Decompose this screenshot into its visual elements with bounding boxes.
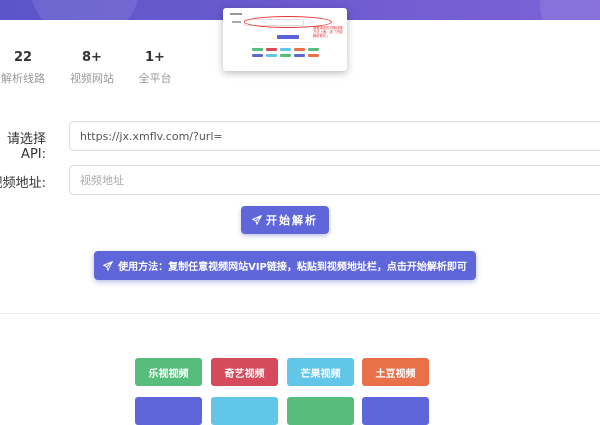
preview-chip [308,54,319,57]
site-button-row2[interactable] [287,397,354,425]
start-parse-label: 开始解析 [266,214,318,227]
api-label: 请选择API: [6,132,46,162]
preview-button [277,35,299,39]
preview-chip [266,48,277,51]
stat-label: 解析线路 [1,72,45,85]
stat-platforms: 1+ 全平台 [125,50,185,86]
stat-value: 8+ [82,50,102,65]
preview-divider [253,42,313,43]
preview-chip [280,54,291,57]
send-icon [103,260,113,271]
site-button-iqiyi[interactable]: 奇艺视频 [211,358,278,386]
site-button-letv[interactable]: 乐视视频 [135,358,202,386]
preview-chip [294,54,305,57]
site-button-tudou[interactable]: 土豆视频 [362,358,429,386]
usage-text: 使用方法：复制任意视频网站VIP链接，粘贴到视频地址栏，点击开始解析即可 [118,262,467,273]
preview-note: 需要填进的切换线路方法上面，选「开始解析即可」 [313,26,343,38]
stat-value: 22 [13,50,33,65]
site-button-mgtv[interactable]: 芒果视频 [287,358,354,386]
send-icon [252,215,262,225]
preview-chip [252,54,263,57]
preview-label [232,21,241,23]
usage-banner: 使用方法：复制任意视频网站VIP链接，粘贴到视频地址栏，点击开始解析即可 [94,251,476,280]
hero-decoration-right [540,0,600,20]
site-button-row2[interactable] [211,397,278,425]
video-url-label: 视频地址: [0,176,46,191]
preview-chip [294,48,305,51]
stat-value: 1+ [145,50,165,65]
preview-chip [266,54,277,57]
site-button-row2[interactable] [135,397,202,425]
preview-chip [280,48,291,51]
preview-logo [230,13,242,15]
hero-decoration [30,0,140,20]
video-url-input[interactable] [69,165,600,195]
stat-label: 全平台 [138,72,172,85]
section-divider [0,313,600,314]
site-button-row2[interactable] [362,397,429,425]
preview-chip [252,48,263,51]
preview-chip [308,48,319,51]
usage-preview-image: 需要填进的切换线路方法上面，选「开始解析即可」 [223,8,347,71]
stat-label: 视频网站 [70,72,114,85]
api-input[interactable] [69,121,600,151]
stat-routes: 22 解析线路 [0,50,53,86]
stat-sites: 8+ 视频网站 [62,50,122,86]
start-parse-button[interactable]: 开始解析 [241,206,329,234]
